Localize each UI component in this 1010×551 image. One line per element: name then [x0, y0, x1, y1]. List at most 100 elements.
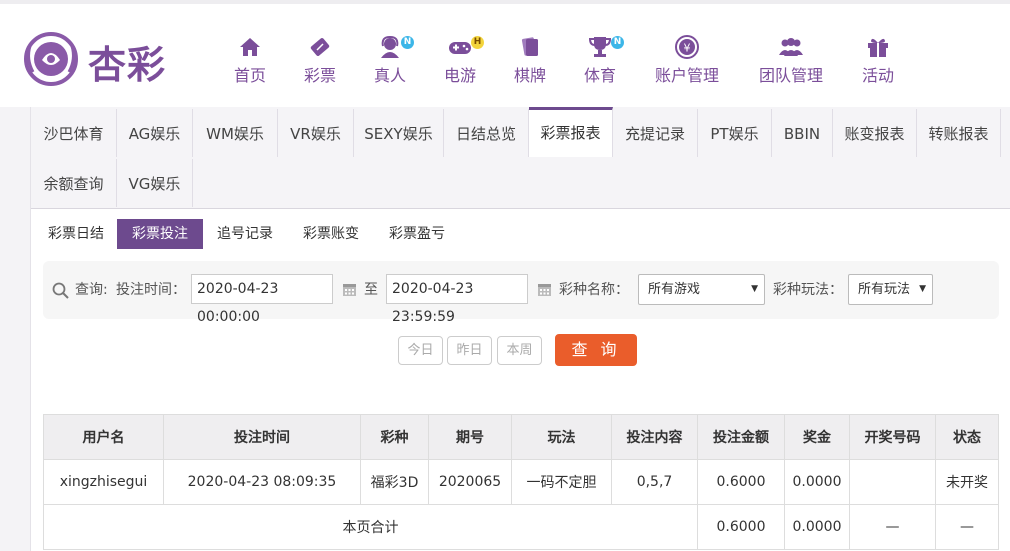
play-select-value: 所有玩法: [858, 282, 911, 297]
calendar-icon[interactable]: [342, 282, 357, 297]
svg-text:¥: ¥: [684, 42, 691, 55]
search-icon: [52, 282, 69, 299]
game-select[interactable]: 所有游戏 ▼: [638, 274, 765, 305]
nav-item-activity[interactable]: 活动: [858, 34, 898, 94]
nav-item-team[interactable]: 团队管理: [756, 34, 826, 94]
gift-icon: [868, 38, 888, 57]
cell-bet-content: 0,5,7: [611, 459, 698, 505]
today-button[interactable]: 今日: [398, 336, 443, 365]
page-total-label: 本页合计: [43, 504, 698, 550]
left-gutter: [0, 107, 30, 551]
total-bonus: 0.0000: [784, 504, 850, 550]
column-header[interactable]: 用户名: [43, 414, 164, 460]
play-select[interactable]: 所有玩法 ▼: [848, 274, 933, 305]
cell-play: 一码不定胆: [511, 459, 612, 505]
nav-item-live[interactable]: N 真人: [370, 34, 414, 94]
yesterday-button[interactable]: 昨日: [447, 336, 492, 365]
subtab-chase-records[interactable]: 追号记录: [207, 219, 283, 249]
dropdown-arrow-icon: ▼: [919, 284, 926, 294]
cell-issue: 2020065: [428, 459, 512, 505]
table-total-row: 本页合计 0.6000 0.0000 — —: [43, 504, 999, 550]
bet-time-label: 投注时间：: [116, 282, 186, 298]
tab-vr[interactable]: VR娱乐: [278, 109, 354, 157]
column-header[interactable]: 投注时间: [163, 414, 361, 460]
calendar-icon[interactable]: [537, 282, 552, 297]
query-button[interactable]: 查 询: [555, 334, 637, 366]
nav-label: 团队管理: [758, 66, 823, 85]
to-label: 至: [364, 282, 378, 298]
nav-item-account[interactable]: ¥ 账户管理: [652, 34, 722, 94]
cell-bet-time: 2020-04-23 08:09:35: [163, 459, 361, 505]
this-week-button[interactable]: 本周: [497, 336, 542, 365]
nav-label: 真人: [373, 66, 406, 85]
column-header[interactable]: 奖金: [784, 414, 850, 460]
query-bar: 查询: 投注时间： 2020-04-23 00:00:00 至 2020-04-…: [43, 261, 999, 325]
query-label: 查询:: [75, 282, 108, 298]
nav-item-lottery[interactable]: 彩票: [300, 34, 340, 94]
tab-daily-overview[interactable]: 日结总览: [444, 109, 529, 157]
logo-icon: [24, 32, 78, 86]
column-header[interactable]: 开奖号码: [849, 414, 936, 460]
team-icon: [779, 38, 803, 56]
tab-deposit-withdraw[interactable]: 充提记录: [613, 109, 698, 157]
tab-saba-sports[interactable]: 沙巴体育: [31, 109, 117, 157]
cell-winning-numbers: [849, 459, 936, 505]
column-header[interactable]: 投注内容: [611, 414, 698, 460]
main-panel: 沙巴体育 AG娱乐 WM娱乐 VR娱乐 SEXY娱乐 日结总览 彩票报表 充提记…: [30, 107, 1010, 551]
total-bet-amount: 0.6000: [697, 504, 785, 550]
new-badge: N: [611, 36, 624, 49]
tab-balance-change[interactable]: 账变报表: [833, 109, 917, 157]
nav-item-chess[interactable]: 棋牌: [510, 34, 550, 94]
tab-sexy[interactable]: SEXY娱乐: [354, 109, 444, 157]
nav-label: 棋牌: [513, 66, 546, 85]
nav-item-sports[interactable]: N 体育: [580, 34, 624, 94]
tab-pt[interactable]: PT娱乐: [698, 109, 772, 157]
column-header[interactable]: 玩法: [511, 414, 612, 460]
cell-username: xingzhisegui: [43, 459, 164, 505]
subtab-lottery-daily[interactable]: 彩票日结: [38, 219, 114, 249]
dropdown-arrow-icon: ▼: [751, 284, 758, 294]
lottery-ticket-icon: [310, 38, 330, 56]
bets-table: 用户名 投注时间 彩种 期号 玩法 投注内容 投注金额 奖金 开奖号码 状态 x…: [43, 414, 999, 550]
trophy-icon: [588, 37, 612, 57]
nav-label: 首页: [233, 66, 266, 85]
column-header[interactable]: 投注金额: [697, 414, 785, 460]
yen-coin-icon: ¥: [675, 35, 699, 59]
nav-label: 体育: [583, 66, 616, 85]
brand-name: 杏彩: [88, 42, 167, 87]
tab-transfer-report[interactable]: 转账报表: [917, 109, 1001, 157]
subtab-lottery-pnl[interactable]: 彩票盈亏: [379, 219, 455, 249]
column-header[interactable]: 彩种: [360, 414, 429, 460]
new-badge: N: [401, 36, 414, 49]
nav-label: 彩票: [303, 66, 336, 85]
total-winning-numbers: —: [849, 504, 936, 550]
tab-lottery-report[interactable]: 彩票报表: [529, 107, 613, 157]
nav-item-egames[interactable]: H 电游: [440, 34, 484, 94]
nav-label: 账户管理: [654, 66, 719, 85]
cell-lottery-type: 福彩3D: [360, 459, 429, 505]
game-name-label: 彩种名称：: [559, 282, 629, 298]
tab-wm[interactable]: WM娱乐: [193, 109, 278, 157]
subtab-lottery-balance[interactable]: 彩票账变: [293, 219, 369, 249]
table-header-row: 用户名 投注时间 彩种 期号 玩法 投注内容 投注金额 奖金 开奖号码 状态: [43, 414, 999, 460]
nav-label: 活动: [861, 66, 894, 85]
play-type-label: 彩种玩法：: [773, 282, 843, 298]
tab-ag[interactable]: AG娱乐: [117, 109, 193, 157]
nav-item-home[interactable]: 首页: [230, 34, 270, 94]
tab-vg[interactable]: VG娱乐: [117, 159, 193, 207]
gamepad-icon: [449, 42, 471, 54]
subtab-lottery-bets[interactable]: 彩票投注: [117, 219, 203, 249]
start-date-input[interactable]: 2020-04-23 00:00:00: [191, 274, 333, 325]
end-date-input[interactable]: 2020-04-23 23:59:59: [386, 274, 528, 325]
column-header[interactable]: 状态: [935, 414, 999, 460]
hot-badge: H: [471, 36, 484, 49]
cell-bet-amount: 0.6000: [697, 459, 785, 505]
cell-bonus: 0.0000: [784, 459, 850, 505]
column-header[interactable]: 期号: [428, 414, 512, 460]
nav-label: 电游: [443, 66, 476, 85]
tab-balance-query[interactable]: 余额查询: [31, 159, 117, 207]
table-row[interactable]: xingzhisegui 2020-04-23 08:09:35 福彩3D 20…: [43, 459, 999, 505]
home-icon: [240, 38, 260, 56]
total-status: —: [935, 504, 999, 550]
tab-bbin[interactable]: BBIN: [772, 109, 833, 157]
